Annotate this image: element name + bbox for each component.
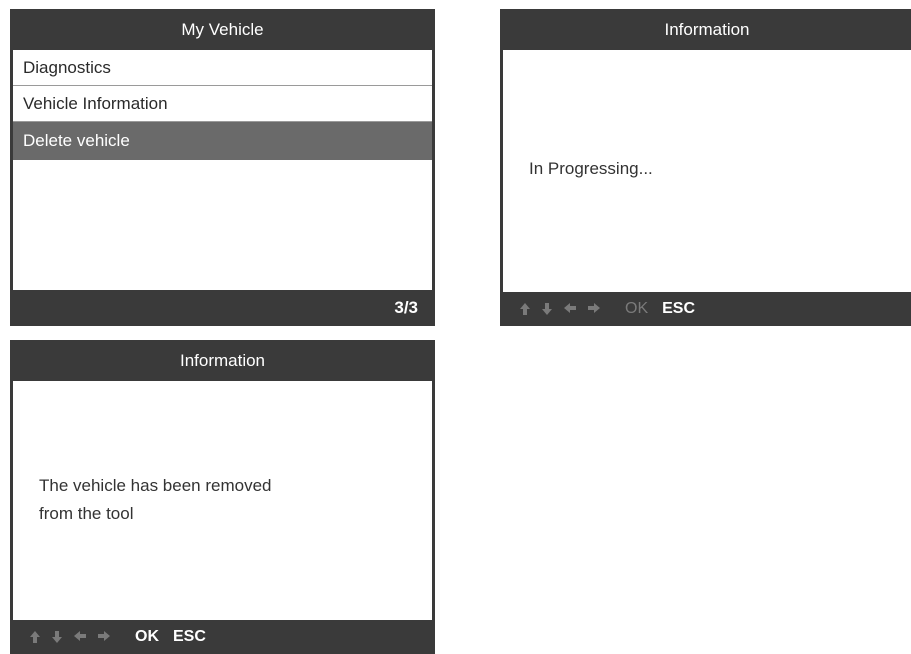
arrow-left-icon (563, 302, 577, 316)
progress-message: In Progressing... (529, 159, 653, 178)
vehicle-menu: Diagnostics Vehicle Information Delete v… (13, 50, 432, 160)
ok-key[interactable]: OK (135, 620, 159, 654)
key-bar: OK ESC (503, 292, 911, 326)
arrow-right-icon (587, 302, 601, 316)
menu-item-diagnostics[interactable]: Diagnostics (13, 50, 432, 86)
screen-title: Information (13, 340, 432, 381)
my-vehicle-screen: My Vehicle Diagnostics Vehicle Informati… (10, 9, 435, 326)
esc-key[interactable]: ESC (173, 620, 206, 654)
menu-item-vehicle-information[interactable]: Vehicle Information (13, 86, 432, 122)
arrow-up-icon (29, 630, 41, 644)
removed-message: The vehicle has been removed from the to… (39, 476, 272, 523)
arrow-left-icon (73, 630, 87, 644)
page-indicator: 3/3 (394, 298, 418, 317)
key-bar: OK ESC (13, 620, 432, 654)
status-bar: 3/3 (13, 290, 432, 326)
menu-item-delete-vehicle[interactable]: Delete vehicle (13, 122, 432, 160)
information-progress-screen: Information In Progressing... OK ESC (500, 9, 911, 326)
screen-title: My Vehicle (13, 9, 432, 50)
arrow-right-icon (97, 630, 111, 644)
screen-title: Information (503, 9, 911, 50)
ok-key[interactable]: OK (625, 292, 648, 326)
arrow-down-icon (541, 302, 553, 316)
arrow-down-icon (51, 630, 63, 644)
arrow-up-icon (519, 302, 531, 316)
esc-key[interactable]: ESC (662, 292, 695, 326)
information-removed-screen: Information The vehicle has been removed… (10, 340, 435, 654)
